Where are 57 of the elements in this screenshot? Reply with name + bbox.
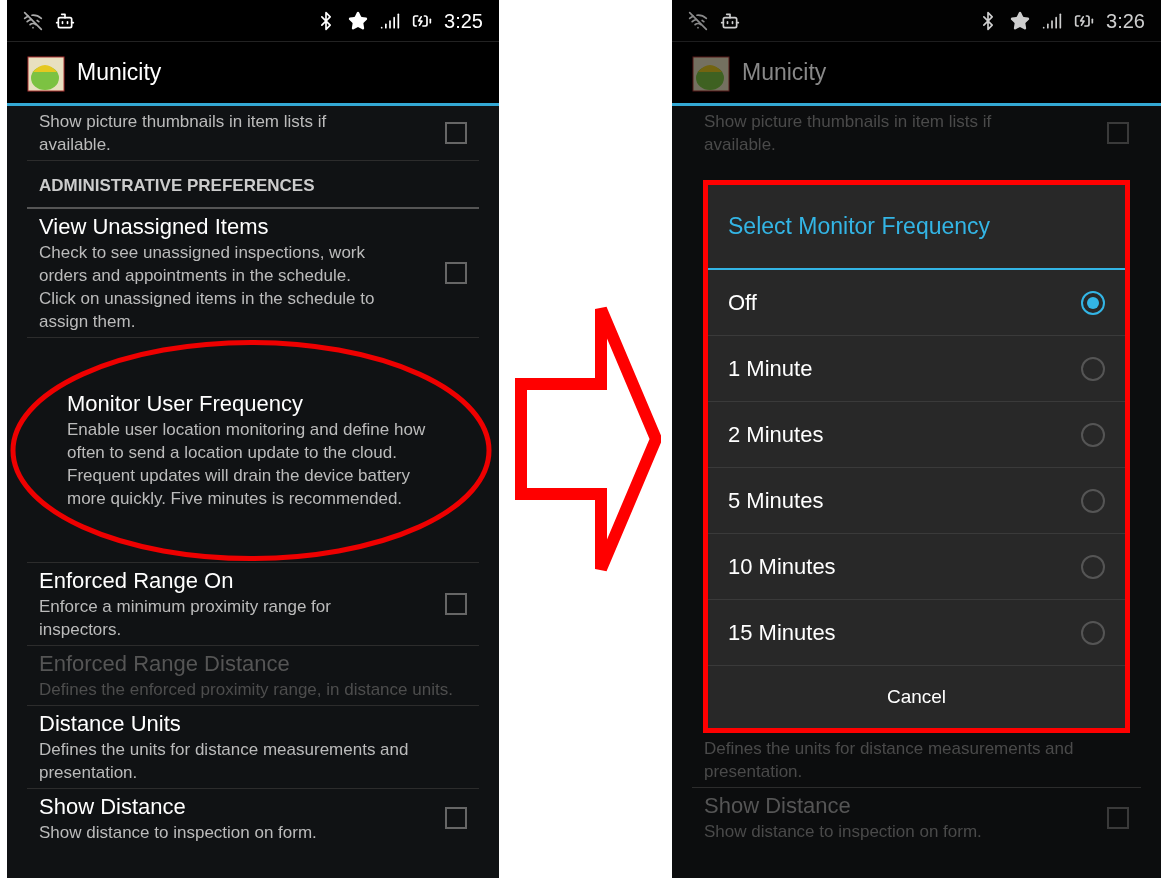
option-label: 1 Minute [728, 355, 814, 383]
preference-row[interactable]: Show picture thumbnails in item lists if available. [27, 106, 479, 161]
checkbox[interactable] [445, 807, 467, 829]
radio-option[interactable]: 5 Minutes [708, 468, 1125, 534]
preference-description: Defines the units for distance measurements and presentation. [704, 738, 1075, 783]
section-header: ADMINISTRATIVE PREFERENCES [38, 175, 316, 197]
radio-button[interactable] [1081, 422, 1105, 447]
preference-description: Defines the units for distance measurements and presentation. [39, 738, 410, 784]
app-logo-icon [27, 53, 65, 92]
checkbox[interactable] [445, 261, 467, 284]
preference-description: Enforce a minimum proximity range for inspectors. [39, 595, 332, 641]
preference-description: Show distance to inspection on form. [704, 821, 983, 843]
preference-title: Show Distance [704, 792, 852, 820]
preference-title: Enforced Range Distance [39, 649, 291, 678]
preference-row[interactable]: Enforced Range On Enforce a minimum proximity range for inspectors. [27, 562, 479, 646]
star-icon [1010, 10, 1031, 31]
option-label: 10 Minutes [728, 553, 837, 581]
preference-title: Monitor User Frequency [67, 389, 304, 418]
radio-button[interactable] [1081, 290, 1105, 315]
option-label: 5 Minutes [728, 487, 825, 515]
radio-option[interactable]: 2 Minutes [708, 402, 1125, 468]
preference-title: Enforced Range On [39, 566, 235, 595]
preference-title: View Unassigned Items [39, 212, 270, 241]
radio-button[interactable] [1081, 488, 1105, 513]
app-title: Municity [77, 58, 162, 88]
checkbox[interactable] [445, 592, 467, 615]
radio-button[interactable] [1081, 554, 1105, 579]
clock-time: 3:25 [444, 8, 483, 34]
checkbox[interactable] [1107, 122, 1129, 144]
preference-description: Check to see unassigned inspections, work orders and appointments in the schedule. Click on unassigned items in the schedule to assign them. [39, 241, 376, 333]
preference-row[interactable]: View Unassigned Items Check to see unassigned inspections, work orders and appointments in the schedule. Click on unassigned items in the schedule to assign them. [27, 208, 479, 338]
app-logo-icon [692, 53, 730, 92]
radio-option[interactable]: 10 Minutes [708, 534, 1125, 600]
option-label: 2 Minutes [728, 421, 825, 449]
wifi-icon [688, 10, 708, 31]
preference-description: Show picture thumbnails in item lists if available. [704, 111, 993, 156]
dialog-title: Select Monitor Frequency [728, 212, 991, 242]
radio-option[interactable]: Off [708, 270, 1125, 336]
preference-description: Show distance to inspection on form. [39, 821, 318, 844]
star-icon [348, 10, 369, 31]
preference-description: Enable user location monitoring and define how often to send a location update to the cloud. Frequent updates will drain the device battery more quickly. Five minutes is recommended. [67, 418, 427, 510]
radio-button[interactable] [1081, 620, 1105, 645]
radio-option[interactable]: 1 Minute [708, 336, 1125, 402]
checkbox[interactable] [445, 122, 467, 144]
radio-button[interactable] [1081, 356, 1105, 381]
preference-row[interactable]: Distance Units Defines the units for distance measurements and presentation. [27, 705, 479, 789]
clock-time: 3:26 [1106, 8, 1145, 34]
preference-description: Defines the enforced proximity range, in distance units. [39, 678, 454, 701]
wifi-icon [23, 10, 43, 31]
option-label: 15 Minutes [728, 619, 837, 647]
option-label: Off [728, 289, 758, 317]
preference-title: Distance Units [39, 709, 182, 738]
preference-title: Show Distance [39, 792, 187, 821]
preference-description: Show picture thumbnails in item lists if available. [39, 111, 328, 156]
app-title: Municity [742, 58, 827, 88]
preference-row[interactable]: Show Distance Show distance to inspection on form. [27, 788, 479, 848]
checkbox[interactable] [1107, 806, 1129, 829]
